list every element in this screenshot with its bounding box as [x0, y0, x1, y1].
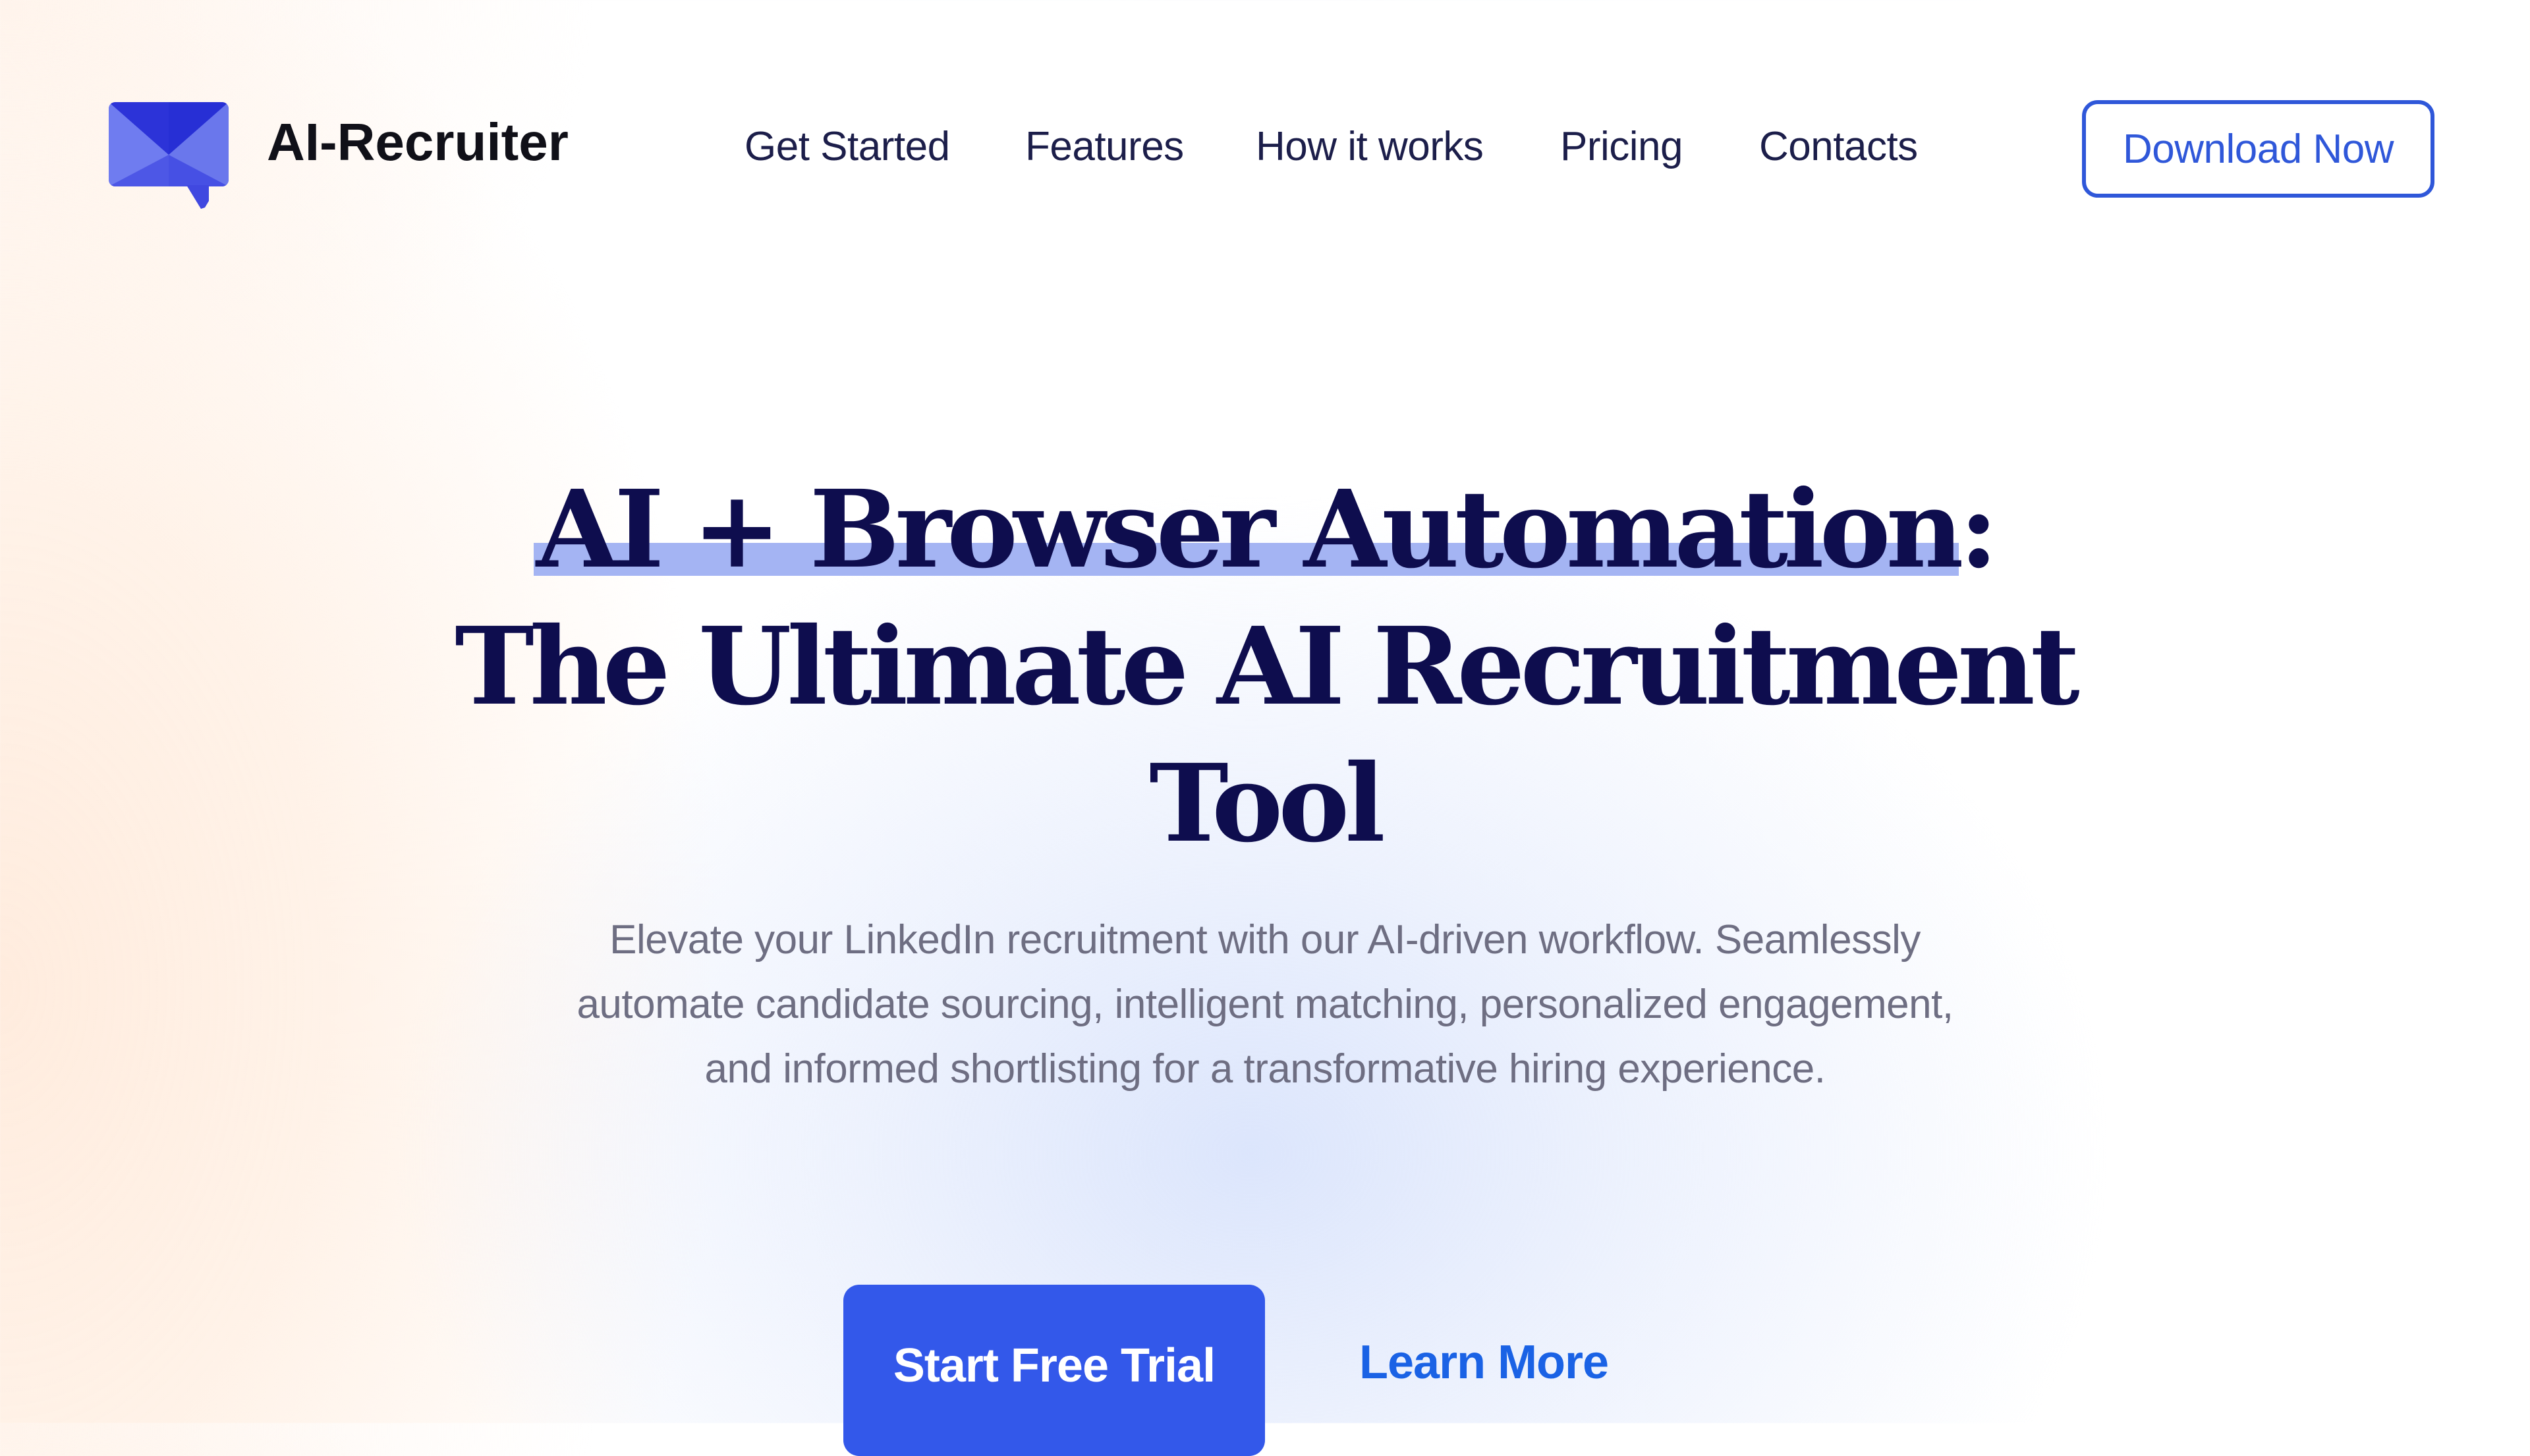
headline-line-3: Tool: [1149, 741, 1386, 866]
headline-highlight: AI + Browser Automation: [533, 461, 1963, 598]
nav-get-started[interactable]: Get Started: [745, 126, 950, 167]
headline-line-2: The Ultimate AI Recruitment: [455, 604, 2079, 729]
brand-name[interactable]: AI-Recruiter: [267, 116, 569, 169]
start-free-trial-button[interactable]: Start Free Trial: [843, 1285, 1265, 1456]
nav-features[interactable]: Features: [1025, 126, 1184, 167]
hero-headline: AI + Browser Automation: The Ultimate AI…: [0, 461, 2530, 872]
headline-colon: :: [1959, 467, 1998, 592]
nav-pricing[interactable]: Pricing: [1560, 126, 1683, 167]
chat-envelope-icon[interactable]: [109, 102, 229, 211]
nav-contacts[interactable]: Contacts: [1759, 126, 1918, 167]
nav-how-it-works[interactable]: How it works: [1256, 126, 1484, 167]
learn-more-link[interactable]: Learn More: [1359, 1339, 1609, 1386]
headline-line-1: AI + Browser Automation:: [0, 461, 2530, 598]
download-now-button[interactable]: Download Now: [2082, 100, 2434, 198]
hero-subtitle: Elevate your LinkedIn recruitment with o…: [576, 917, 1954, 1092]
